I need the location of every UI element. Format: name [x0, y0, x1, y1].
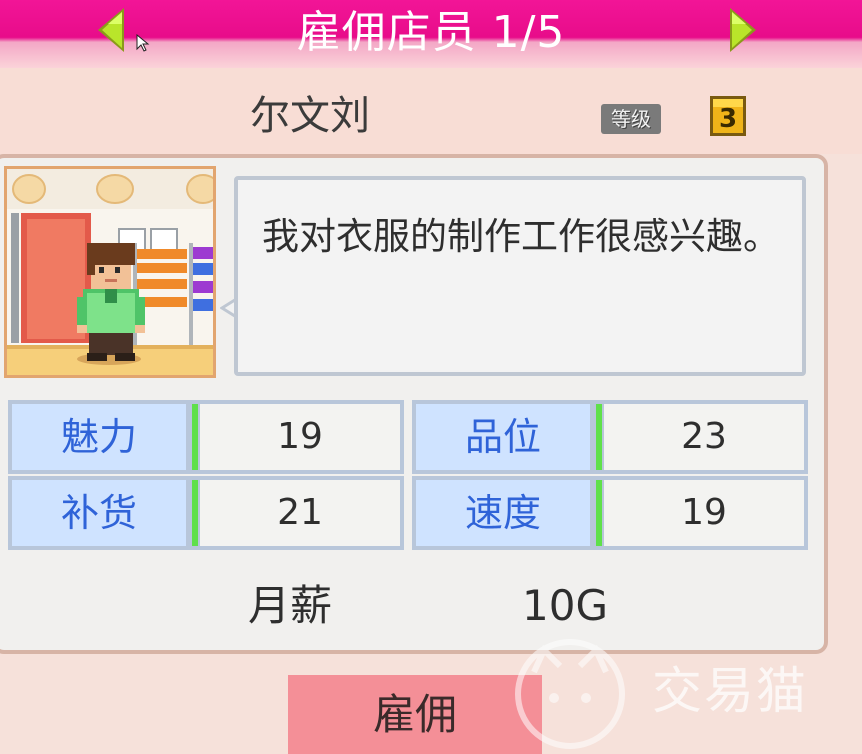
mouse-cursor-icon	[136, 34, 150, 52]
staff-name: 尔文刘	[250, 93, 370, 139]
stat-bar	[596, 404, 602, 470]
stat-label: 补货	[12, 480, 186, 546]
stat-label: 品位	[416, 404, 590, 470]
staff-portrait	[4, 166, 216, 378]
stat-value: 23	[604, 404, 804, 470]
stat-label: 魅力	[12, 404, 186, 470]
stat-bar	[192, 404, 198, 470]
stat-label: 速度	[416, 480, 590, 546]
level-badge: 3	[710, 96, 746, 136]
header-bar: 雇佣店员 1/5	[0, 0, 862, 68]
stat-value: 19	[604, 480, 804, 546]
speech-text: 我对衣服的制作工作很感兴趣。	[262, 215, 780, 258]
stat-value: 21	[200, 480, 400, 546]
stat-restock: 补货 21	[8, 476, 404, 550]
watermark-text: 交易猫	[652, 662, 808, 720]
stat-speed: 速度 19	[412, 476, 808, 550]
level-value: 3	[719, 104, 737, 134]
stat-bar	[596, 480, 602, 546]
character-scene-image	[7, 169, 213, 375]
stat-taste: 品位 23	[412, 400, 808, 474]
stat-bar	[192, 480, 198, 546]
salary-value: 10G	[522, 581, 608, 630]
stat-charm: 魅力 19	[8, 400, 404, 474]
next-arrow-icon[interactable]	[722, 4, 762, 56]
prev-arrow-icon[interactable]	[92, 4, 132, 56]
level-label: 等级	[601, 104, 661, 134]
stat-value: 19	[200, 404, 400, 470]
hire-button[interactable]: 雇佣	[288, 675, 542, 754]
speech-bubble: 我对衣服的制作工作很感兴趣。	[234, 176, 806, 376]
salary-label: 月薪	[247, 581, 332, 630]
